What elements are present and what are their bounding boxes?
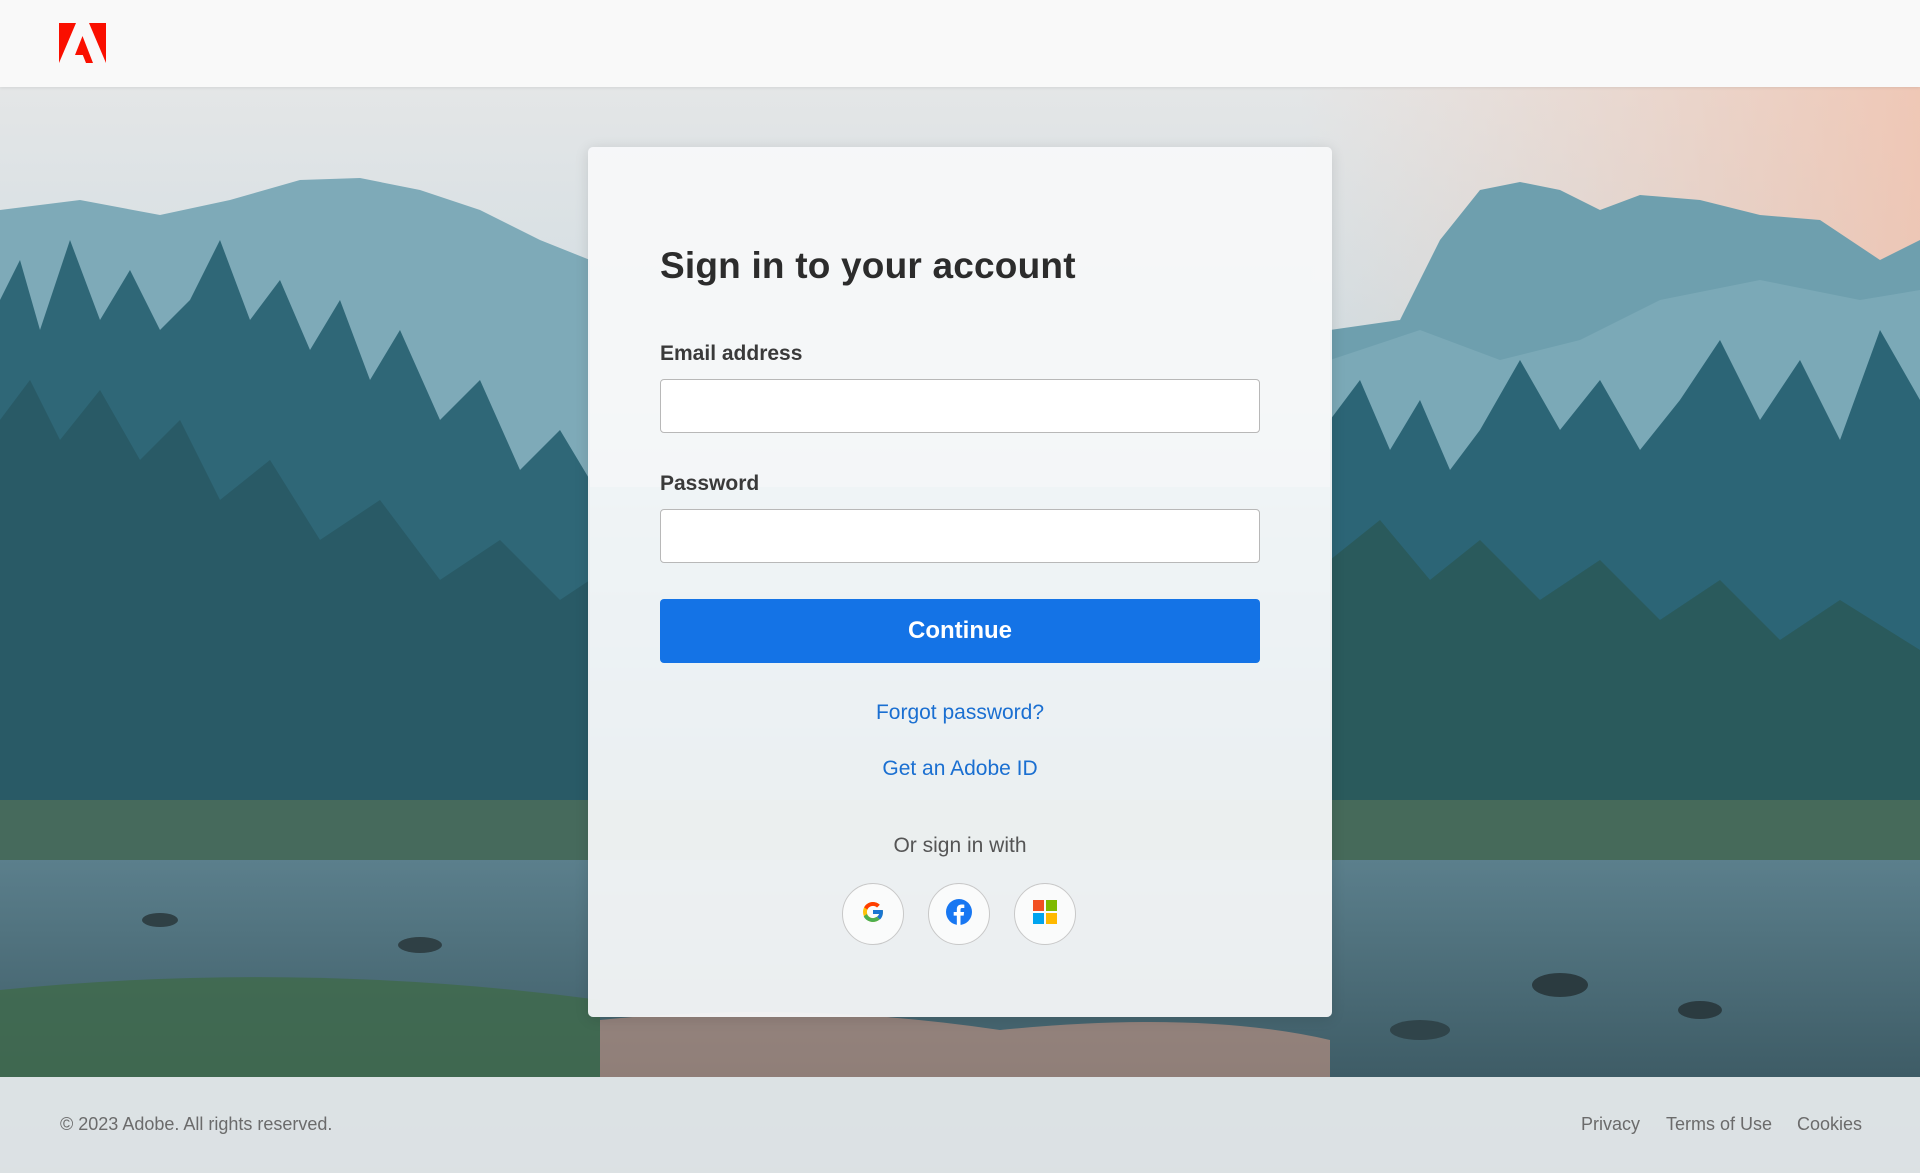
page-title: Sign in to your account (660, 245, 1076, 286)
terms-of-use-link[interactable]: Terms of Use (1666, 1114, 1772, 1135)
microsoft-icon (1033, 899, 1057, 929)
or-sign-in-with-text: Or sign in with (893, 834, 1027, 857)
google-sign-in-button[interactable] (842, 883, 904, 945)
cookies-link[interactable]: Cookies (1797, 1114, 1862, 1135)
microsoft-sign-in-button[interactable] (1014, 883, 1076, 945)
email-field[interactable] (660, 379, 1260, 433)
get-adobe-id-link[interactable]: Get an Adobe ID (660, 757, 1260, 781)
facebook-icon (946, 898, 972, 930)
adobe-logo-shape (59, 23, 106, 63)
adobe-logo-icon[interactable] (59, 23, 106, 63)
email-label: Email address (660, 342, 803, 365)
continue-button[interactable]: Continue (660, 599, 1260, 663)
copyright-text: © 2023 Adobe. All rights reserved. (60, 1114, 333, 1134)
password-field[interactable] (660, 509, 1260, 563)
forgot-password-link[interactable]: Forgot password? (660, 701, 1260, 725)
social-sign-in-row (842, 883, 1078, 945)
signin-page: Sign in to your account Email address Pa… (0, 0, 1920, 1173)
page-footer: © 2023 Adobe. All rights reserved. Priva… (0, 1077, 1920, 1173)
google-icon (860, 899, 886, 930)
privacy-link[interactable]: Privacy (1581, 1114, 1640, 1135)
top-header (0, 0, 1920, 87)
signin-card: Sign in to your account Email address Pa… (588, 147, 1332, 1017)
password-label: Password (660, 472, 760, 495)
facebook-sign-in-button[interactable] (928, 883, 990, 945)
